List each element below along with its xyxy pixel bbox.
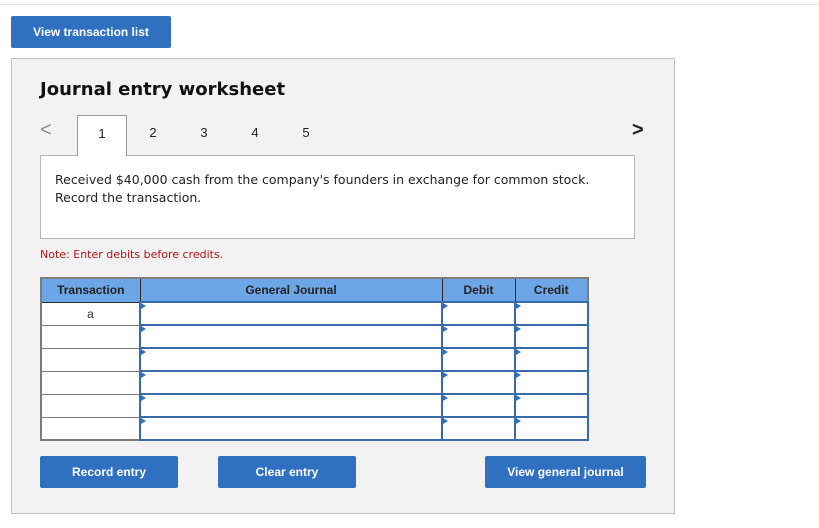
chevron-left-icon[interactable]: < [40, 119, 52, 142]
table-row [40, 324, 589, 349]
account-cell[interactable] [139, 301, 443, 326]
debit-cell[interactable] [441, 393, 516, 418]
transaction-cell [40, 393, 141, 418]
credit-cell[interactable] [514, 416, 589, 441]
credit-cell[interactable] [514, 370, 589, 395]
tab-4[interactable]: 4 [230, 115, 280, 155]
top-divider [0, 4, 819, 5]
debit-input[interactable] [443, 327, 514, 346]
debit-cell[interactable] [441, 324, 516, 349]
account-input[interactable] [141, 419, 441, 438]
table-row [40, 370, 589, 395]
credit-input[interactable] [516, 396, 587, 415]
debit-cell[interactable] [441, 301, 516, 326]
credit-cell[interactable] [514, 301, 589, 326]
view-general-journal-button[interactable]: View general journal [485, 456, 646, 488]
debit-input[interactable] [443, 350, 514, 369]
header-credit: Credit [514, 278, 589, 303]
account-cell[interactable] [139, 347, 443, 372]
table-row: a [40, 301, 589, 326]
journal-table: Transaction General Journal Debit Credit… [40, 277, 589, 441]
account-input[interactable] [141, 396, 441, 415]
credit-input[interactable] [516, 304, 587, 323]
table-row [40, 393, 589, 418]
credit-input[interactable] [516, 327, 587, 346]
credit-input[interactable] [516, 373, 587, 392]
worksheet-title: Journal entry worksheet [40, 79, 286, 100]
account-input[interactable] [141, 350, 441, 369]
table-row [40, 347, 589, 372]
debit-cell[interactable] [441, 347, 516, 372]
account-cell[interactable] [139, 416, 443, 441]
transaction-cell [40, 347, 141, 372]
debit-cell[interactable] [441, 416, 516, 441]
tab-2[interactable]: 2 [128, 115, 178, 155]
table-row [40, 416, 589, 441]
transaction-description: Received $40,000 cash from the company's… [40, 155, 635, 239]
header-debit: Debit [441, 278, 516, 303]
tab-3[interactable]: 3 [179, 115, 229, 155]
header-transaction: Transaction [40, 278, 141, 303]
credit-cell[interactable] [514, 393, 589, 418]
account-input[interactable] [141, 373, 441, 392]
tab-1[interactable]: 1 [77, 115, 127, 156]
credit-cell[interactable] [514, 347, 589, 372]
tab-5[interactable]: 5 [281, 115, 331, 155]
account-cell[interactable] [139, 370, 443, 395]
debit-input[interactable] [443, 419, 514, 438]
account-cell[interactable] [139, 393, 443, 418]
account-input[interactable] [141, 327, 441, 346]
transaction-cell: a [40, 301, 141, 326]
transaction-cell [40, 370, 141, 395]
chevron-right-icon[interactable]: > [632, 119, 644, 142]
debit-input[interactable] [443, 396, 514, 415]
debit-input[interactable] [443, 304, 514, 323]
transaction-cell [40, 416, 141, 441]
debit-cell[interactable] [441, 370, 516, 395]
transaction-cell [40, 324, 141, 349]
table-header-row: Transaction General Journal Debit Credit [40, 278, 589, 303]
debit-input[interactable] [443, 373, 514, 392]
credit-input[interactable] [516, 350, 587, 369]
credit-input[interactable] [516, 419, 587, 438]
account-input[interactable] [141, 304, 441, 323]
view-transaction-list-button[interactable]: View transaction list [11, 16, 171, 48]
journal-entry-worksheet-panel: Journal entry worksheet < > 1 2 3 4 5 Re… [11, 58, 675, 514]
header-general-journal: General Journal [139, 278, 443, 303]
credit-cell[interactable] [514, 324, 589, 349]
account-cell[interactable] [139, 324, 443, 349]
record-entry-button[interactable]: Record entry [40, 456, 178, 488]
entry-note: Note: Enter debits before credits. [40, 248, 224, 261]
clear-entry-button[interactable]: Clear entry [218, 456, 356, 488]
